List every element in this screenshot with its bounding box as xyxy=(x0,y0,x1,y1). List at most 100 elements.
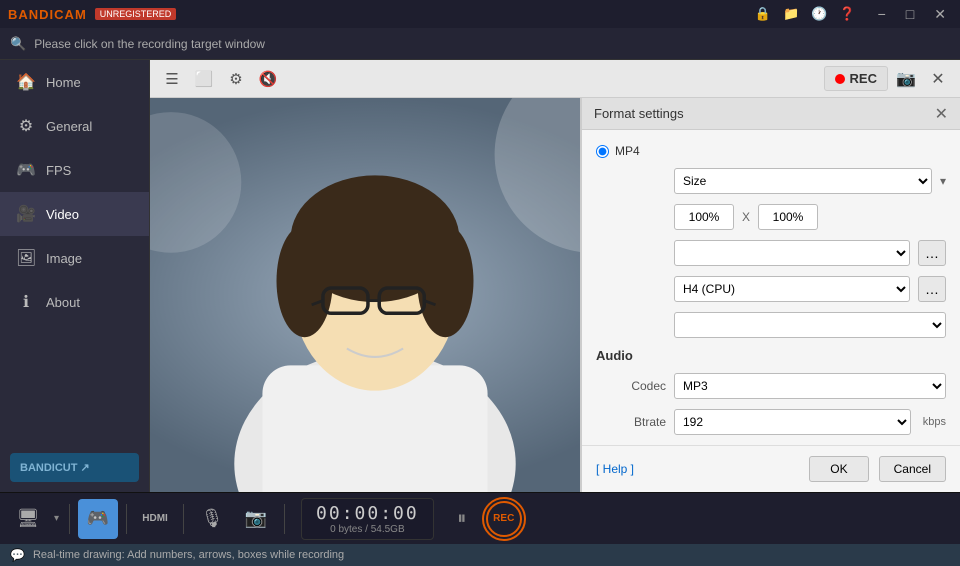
sidebar-item-about-label: About xyxy=(46,295,80,310)
hdmi-button[interactable]: HDMI xyxy=(135,499,175,539)
sidebar-item-home-label: Home xyxy=(46,75,81,90)
rec-main-label: REC xyxy=(493,513,514,524)
cancel-button[interactable]: Cancel xyxy=(879,456,946,482)
minimize-button[interactable]: − xyxy=(872,6,892,22)
close-icon: ✕ xyxy=(931,69,944,89)
gamepad-button[interactable]: 🎮 xyxy=(78,499,118,539)
ok-button[interactable]: OK xyxy=(809,456,868,482)
webcam-icon: 📷 xyxy=(245,508,267,529)
audio-bitrate-select[interactable]: 192 xyxy=(674,409,911,435)
screenshot-button[interactable]: 📷 xyxy=(892,65,920,93)
size-select[interactable]: Size xyxy=(674,168,932,194)
time-display: 00:00:00 0 bytes / 54.5GB xyxy=(301,498,434,540)
size-pct-height[interactable] xyxy=(758,204,818,230)
help-icon: ❓ xyxy=(839,6,855,22)
dialog-content: MP4 Size ▾ xyxy=(582,130,960,445)
video-codec-select-2[interactable]: H4 (CPU) xyxy=(674,276,910,302)
window-button[interactable]: ⬜ xyxy=(190,65,218,93)
video-placeholder xyxy=(150,98,600,492)
settings-button[interactable]: ⚙ xyxy=(222,65,250,93)
help-link[interactable]: [ Help ] xyxy=(596,462,799,476)
mic-button[interactable]: 🎙 xyxy=(192,499,232,539)
sidebar-item-image[interactable]: 🖼 Image xyxy=(0,236,149,280)
toolbar-divider-1 xyxy=(69,504,70,534)
sidebar-item-about[interactable]: ℹ About xyxy=(0,280,149,324)
rec-button[interactable]: REC xyxy=(824,66,888,91)
video-codec-row1: … xyxy=(596,240,946,266)
preview-settings-area: Record Record/Stop Hotke Pause Hotkey Sh… xyxy=(150,98,960,492)
app-window: BANDICAM UNREGISTERED 🔒 📁 🕐 ❓ − □ ✕ 🔍 Pl… xyxy=(0,0,960,566)
mp4-radio[interactable] xyxy=(596,145,609,158)
main-rec-button[interactable]: REC xyxy=(482,497,526,541)
size-arrow: ▾ xyxy=(940,174,946,188)
audio-section-title: Audio xyxy=(596,348,946,363)
x-separator: X xyxy=(742,210,750,224)
size-row: Size ▾ xyxy=(596,168,946,194)
video-codec-row2: H4 (CPU) … xyxy=(596,276,946,302)
panel-close-button[interactable]: ✕ xyxy=(924,65,952,93)
video-extra-select[interactable] xyxy=(674,312,946,338)
screen-capture-button[interactable]: 🖥 xyxy=(8,499,48,539)
fps-icon: 🎮 xyxy=(16,160,36,180)
size-pct-width[interactable] xyxy=(674,204,734,230)
menu-button[interactable]: ☰ xyxy=(158,65,186,93)
video-codec-select-1[interactable] xyxy=(674,240,910,266)
status-text: Real-time drawing: Add numbers, arrows, … xyxy=(33,549,344,561)
sidebar-item-image-label: Image xyxy=(46,251,82,266)
codec-dots-button-1[interactable]: … xyxy=(918,240,946,266)
webcam-button[interactable]: 📷 xyxy=(236,499,276,539)
audio-codec-label: Codec xyxy=(596,379,666,393)
audio-codec-row: Codec MP3 xyxy=(596,373,946,399)
close-button[interactable]: ✕ xyxy=(928,6,952,23)
gamepad-icon: 🎮 xyxy=(87,508,109,529)
audio-bitrate-label: Btrate xyxy=(596,415,666,429)
sidebar-item-fps[interactable]: 🎮 FPS xyxy=(0,148,149,192)
mp4-radio-row: MP4 xyxy=(596,144,946,158)
bandicam-button[interactable]: BANDICUT ↗ xyxy=(10,453,139,482)
dialog-close-button[interactable]: ✕ xyxy=(935,104,948,124)
settings-icon: ⚙ xyxy=(229,70,242,88)
screen-dropdown-arrow[interactable]: ▾ xyxy=(52,513,61,524)
dialog-title-bar: Format settings ✕ xyxy=(582,98,960,130)
sidebar-item-video[interactable]: 🎥 Video xyxy=(0,192,149,236)
toolbar-divider-4 xyxy=(284,504,285,534)
clock-icon: 🕐 xyxy=(811,6,827,22)
sidebar: 🏠 Home ⚙ General 🎮 FPS 🎥 Video 🖼 Image ℹ xyxy=(0,60,150,492)
audio-button[interactable]: 🔇 xyxy=(254,65,282,93)
pause-button[interactable]: ⏸ xyxy=(446,503,478,535)
rec-inner: REC xyxy=(486,501,522,537)
sidebar-item-video-label: Video xyxy=(46,207,79,222)
app-logo: BANDICAM xyxy=(8,7,87,22)
hdmi-icon: HDMI xyxy=(142,513,168,524)
maximize-button[interactable]: □ xyxy=(900,6,920,22)
unregistered-badge: UNREGISTERED xyxy=(95,8,177,20)
chat-icon: 💬 xyxy=(10,548,25,562)
mic-icon: 🎙 xyxy=(201,508,224,529)
screen-icon: 🖥 xyxy=(17,508,40,529)
sidebar-item-general[interactable]: ⚙ General xyxy=(0,104,149,148)
codec-dots-button-2[interactable]: … xyxy=(918,276,946,302)
lock-icon: 🔒 xyxy=(755,6,771,22)
content-toolbar: ☰ ⬜ ⚙ 🔇 REC 📷 xyxy=(150,60,960,98)
search-placeholder-text: Please click on the recording target win… xyxy=(34,37,265,51)
search-icon: 🔍 xyxy=(10,36,26,52)
kbps-label: kbps xyxy=(923,416,946,428)
main-area: 🏠 Home ⚙ General 🎮 FPS 🎥 Video 🖼 Image ℹ xyxy=(0,60,960,492)
mp4-label: MP4 xyxy=(615,144,640,158)
sidebar-item-general-label: General xyxy=(46,119,92,134)
content-panel: ☰ ⬜ ⚙ 🔇 REC 📷 xyxy=(150,60,960,492)
sidebar-item-home[interactable]: 🏠 Home xyxy=(0,60,149,104)
bottom-toolbar: 🖥 ▾ 🎮 HDMI 🎙 📷 00:00:00 0 bytes / 54.5GB… xyxy=(0,492,960,544)
window-icon: ⬜ xyxy=(195,70,214,88)
camera-icon: 📷 xyxy=(896,69,916,89)
toolbar-divider-3 xyxy=(183,504,184,534)
rec-dot xyxy=(835,74,845,84)
time-value: 00:00:00 xyxy=(316,503,419,524)
size-pct-row: X xyxy=(596,204,946,230)
sidebar-item-fps-label: FPS xyxy=(46,163,71,178)
image-icon: 🖼 xyxy=(16,248,36,268)
status-bar: 💬 Real-time drawing: Add numbers, arrows… xyxy=(0,544,960,566)
audio-codec-select[interactable]: MP3 xyxy=(674,373,946,399)
toolbar-divider-2 xyxy=(126,504,127,534)
rec-label: REC xyxy=(850,71,877,86)
